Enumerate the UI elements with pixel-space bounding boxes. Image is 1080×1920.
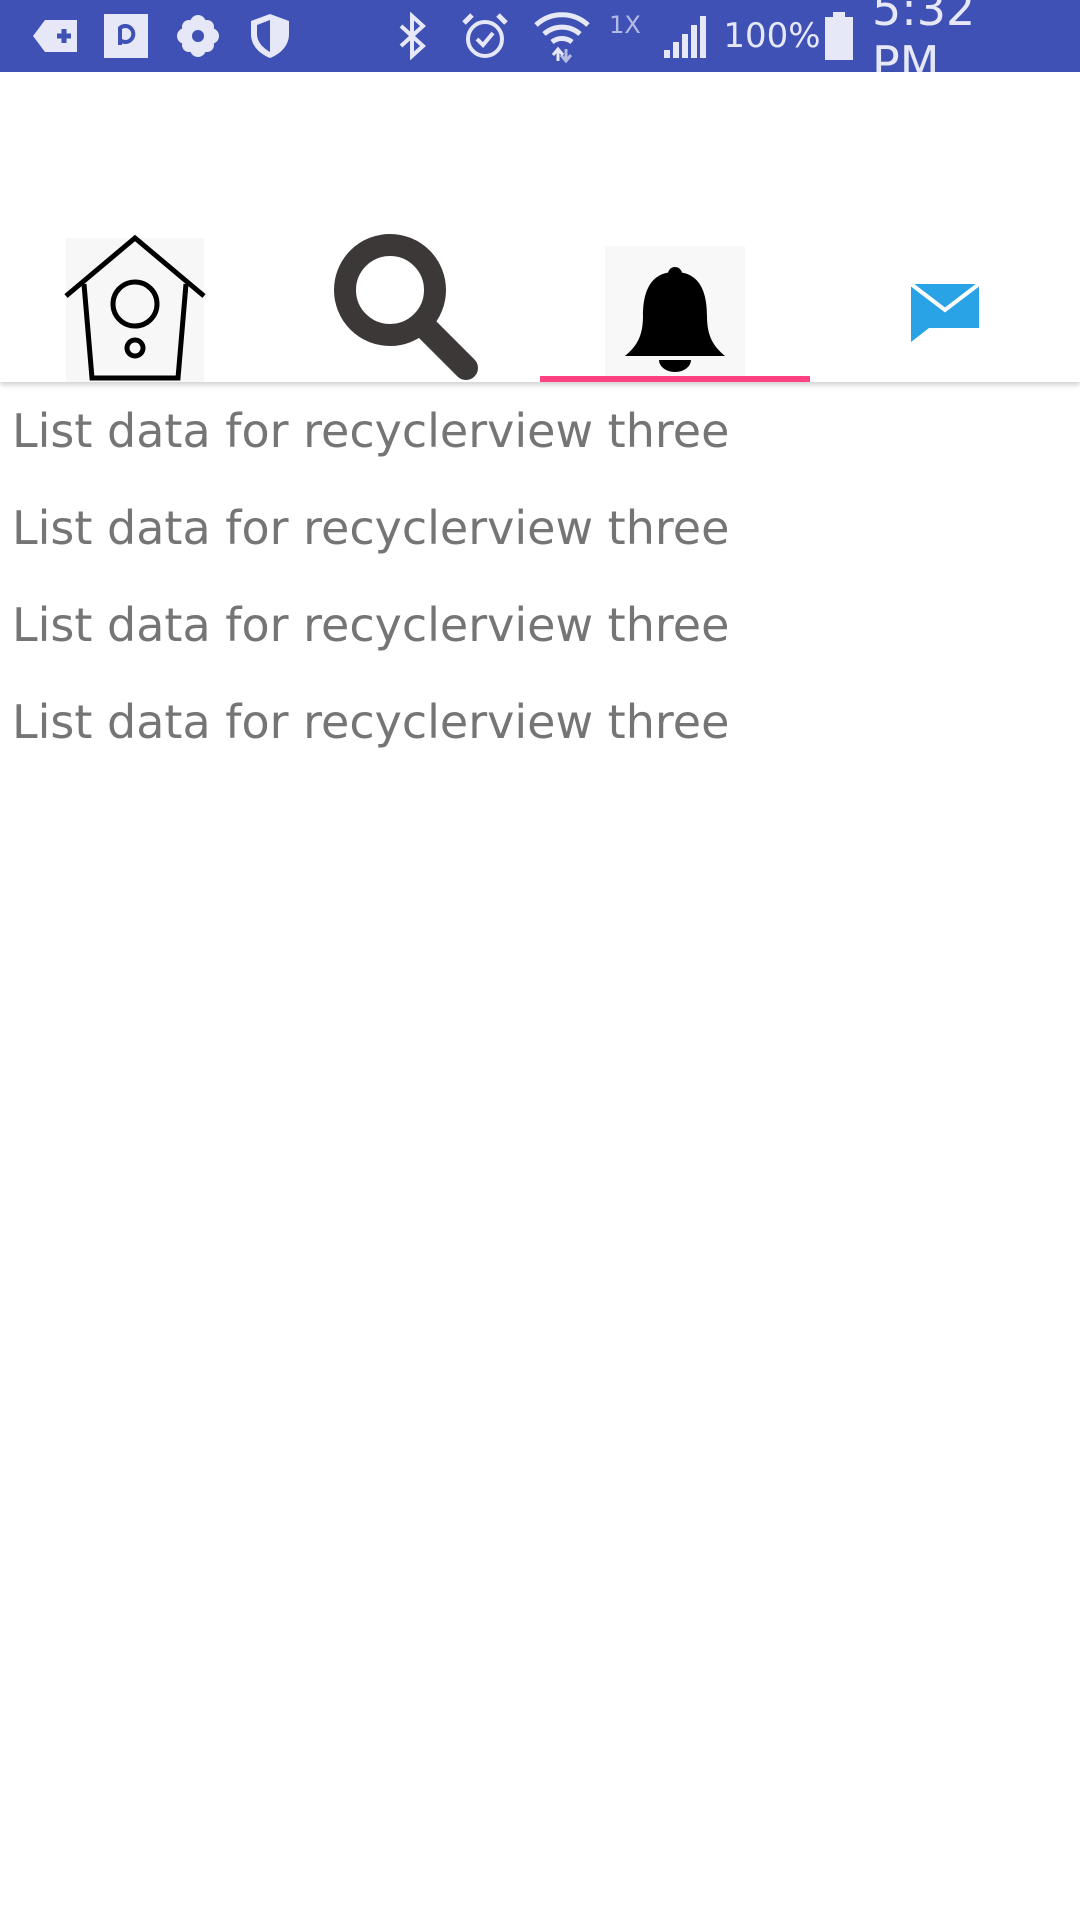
app-notification-icon bbox=[100, 0, 152, 72]
list-item[interactable]: List data for recyclerview three bbox=[0, 673, 1080, 770]
recycler-list[interactable]: List data for recyclerview three List da… bbox=[0, 382, 1080, 770]
alarm-icon bbox=[458, 0, 512, 72]
tab-bar bbox=[0, 72, 1080, 382]
tab-notifications[interactable] bbox=[540, 72, 810, 382]
list-item[interactable]: List data for recyclerview three bbox=[0, 576, 1080, 673]
mail-icon bbox=[909, 282, 981, 342]
tab-search[interactable] bbox=[270, 72, 540, 382]
list-item[interactable]: List data for recyclerview three bbox=[0, 382, 1080, 479]
add-notification-icon bbox=[28, 0, 84, 72]
flower-notification-icon bbox=[173, 0, 223, 72]
bluetooth-icon bbox=[388, 0, 436, 72]
battery-percent: 100% bbox=[723, 16, 821, 56]
battery-icon bbox=[822, 0, 856, 72]
search-icon bbox=[334, 234, 478, 380]
status-bar: 1X 100% 5:32 PM bbox=[0, 0, 1080, 90]
tab-home[interactable] bbox=[0, 72, 270, 382]
list-item[interactable]: List data for recyclerview three bbox=[0, 479, 1080, 576]
shield-notification-icon bbox=[245, 0, 295, 72]
wifi-icon bbox=[530, 0, 594, 72]
clock-time: 5:32 PM bbox=[872, 0, 976, 90]
signal-icon bbox=[660, 0, 714, 72]
bell-icon bbox=[605, 246, 745, 382]
network-type-icon: 1X bbox=[609, 11, 641, 39]
birdhouse-home-icon bbox=[64, 234, 206, 382]
tab-messages[interactable] bbox=[810, 72, 1080, 382]
